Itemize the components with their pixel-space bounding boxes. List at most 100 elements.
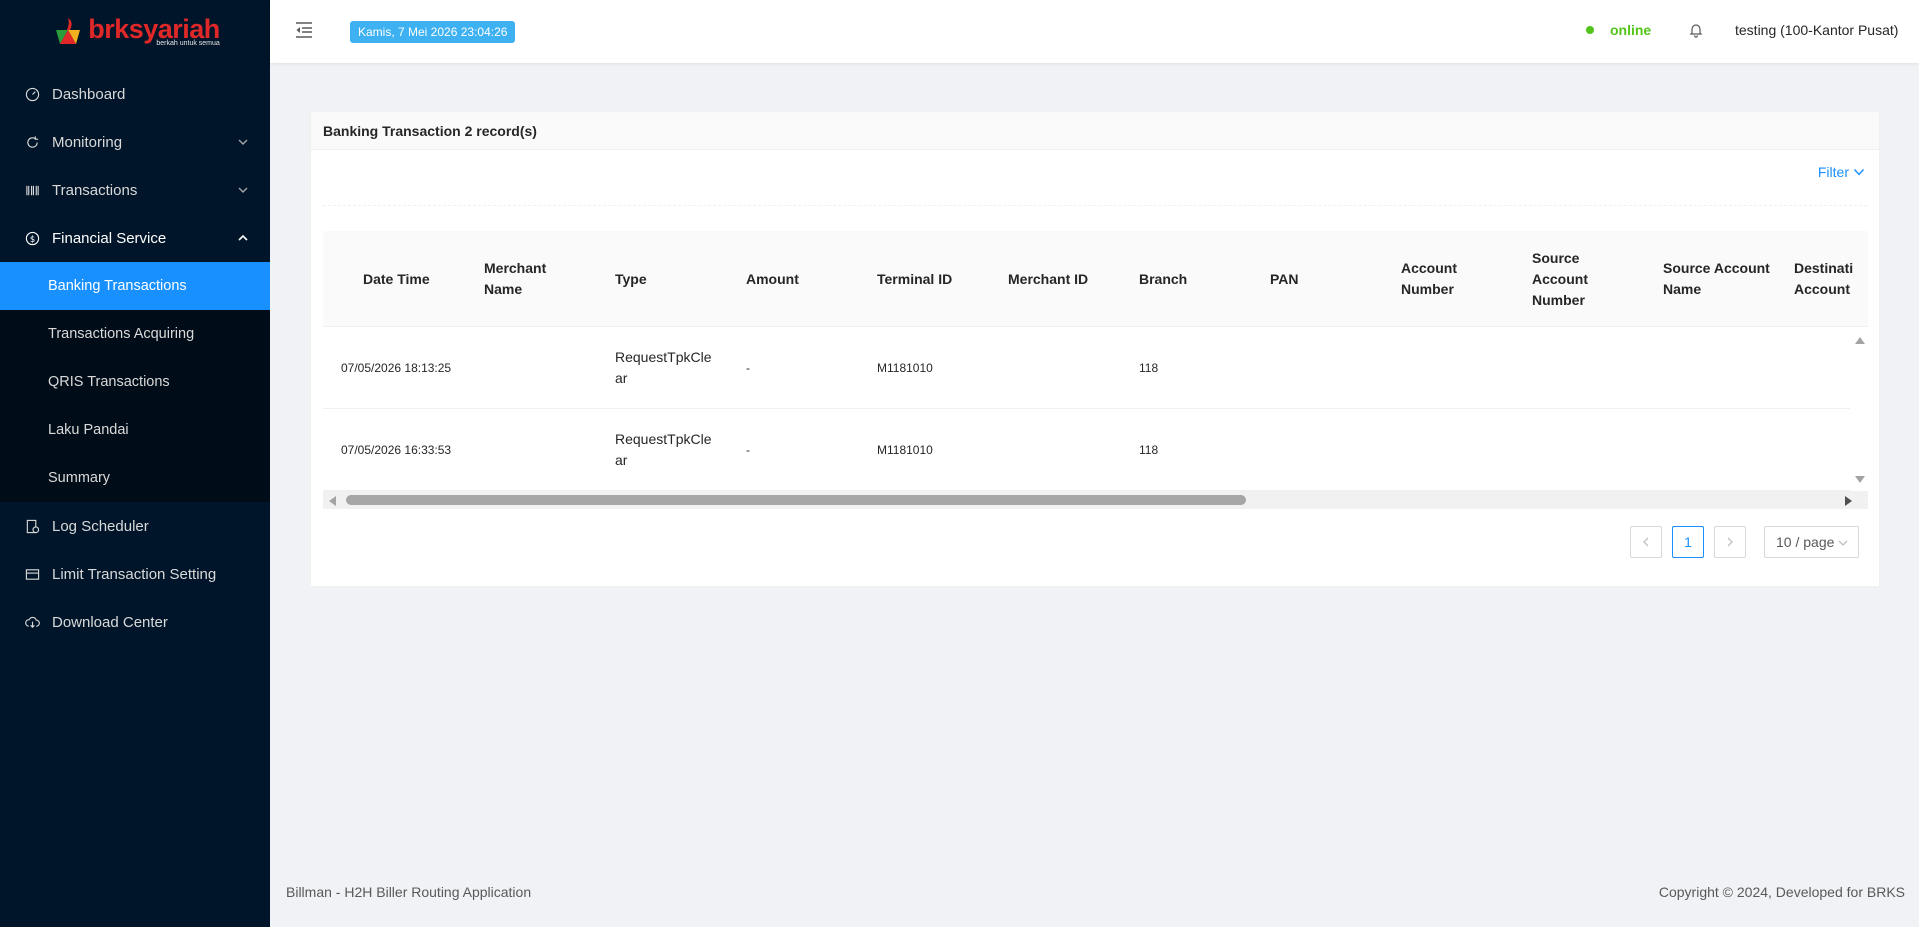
brks-logo-icon (56, 18, 81, 44)
cell-merchant-id (1008, 409, 1108, 491)
sidebar-item-financial-service[interactable]: $ Financial Service (0, 214, 270, 262)
sidebar-item-label: Limit Transaction Setting (52, 565, 217, 583)
cell-account-number (1401, 327, 1501, 409)
sidebar-item-transactions-acquiring[interactable]: Transactions Acquiring (0, 310, 270, 358)
financial-service-submenu: Banking Transactions Transactions Acquir… (0, 262, 270, 502)
cell-type: RequestTpkClear (615, 349, 712, 386)
page-footer: Billman - H2H Biller Routing Application… (286, 884, 1905, 900)
sidebar-item-label: Financial Service (52, 229, 167, 247)
sidebar-item-log-scheduler[interactable]: Log Scheduler (0, 502, 270, 550)
sidebar-item-qris-transactions[interactable]: QRIS Transactions (0, 358, 270, 406)
sidebar-item-limit-transaction-setting[interactable]: Limit Transaction Setting (0, 550, 270, 598)
status-text: online (1610, 22, 1652, 38)
filter-label: Filter (1817, 164, 1849, 180)
svg-text:$: $ (29, 233, 34, 243)
cell-terminal-id: M1181010 (877, 442, 933, 457)
dashboard-icon (24, 86, 40, 102)
table-body: 07/05/2026 18:13:25 RequestTpkClear - M1… (323, 327, 1868, 491)
transactions-table: Date Time Merchant Name Type Amount Term… (323, 231, 1868, 509)
cell-pan (1270, 327, 1370, 409)
sidebar: brksyariah berkah untuk semua Dashboard … (0, 0, 270, 927)
sidebar-item-monitoring[interactable]: Monitoring (0, 118, 270, 166)
sidebar-item-label: Transactions (52, 181, 138, 199)
sidebar-item-laku-pandai[interactable]: Laku Pandai (0, 406, 270, 454)
scroll-right-arrow-icon[interactable] (1844, 495, 1854, 507)
table-row[interactable]: 07/05/2026 18:13:25 RequestTpkClear - M1… (323, 327, 1850, 409)
sidebar-item-label: Summary (48, 470, 111, 486)
cell-account-number (1401, 409, 1501, 491)
scroll-down-arrow-icon[interactable] (1854, 475, 1866, 485)
cell-destination-account (1794, 409, 1844, 491)
sidebar-menu: Dashboard Monitoring Transactions $ Fina… (0, 70, 270, 646)
sidebar-item-label: Monitoring (52, 133, 123, 151)
barcode-icon (24, 182, 40, 198)
logo-text: brksyariah (88, 13, 220, 44)
sidebar-item-label: Dashboard (52, 85, 126, 103)
credit-card-icon (24, 566, 40, 582)
sidebar-item-dashboard[interactable]: Dashboard (0, 70, 270, 118)
cell-branch: 118 (1139, 442, 1159, 457)
chevron-down-icon (238, 139, 248, 145)
column-header[interactable]: Merchant ID (1008, 231, 1118, 327)
cell-datetime: 07/05/2026 16:33:53 (341, 442, 452, 457)
table-row[interactable]: 07/05/2026 16:33:53 RequestTpkClear - M1… (323, 409, 1850, 491)
pagination: 1 10 / page (1630, 526, 1859, 558)
cell-branch: 118 (1139, 360, 1159, 375)
filter-divider (323, 205, 1867, 206)
menu-fold-icon[interactable] (294, 20, 314, 40)
scroll-left-arrow-icon[interactable] (327, 495, 337, 507)
sidebar-item-banking-transactions[interactable]: Banking Transactions (0, 262, 270, 310)
datetime-badge: Kamis, 7 Mei 2026 23:04:26 (350, 21, 516, 43)
vertical-scrollbar[interactable] (1850, 327, 1868, 491)
cell-source-account-name (1663, 409, 1763, 491)
sidebar-item-summary[interactable]: Summary (0, 454, 270, 502)
sidebar-item-label: Log Scheduler (52, 517, 149, 535)
table-header: Date Time Merchant Name Type Amount Term… (323, 231, 1868, 327)
next-page-button[interactable] (1714, 526, 1746, 558)
column-header[interactable]: Account Number (1401, 231, 1481, 327)
column-header[interactable]: Merchant Name (484, 231, 564, 327)
page-size-select[interactable]: 10 / page (1764, 526, 1859, 558)
cell-pan (1270, 409, 1370, 491)
column-header[interactable]: Amount (746, 231, 846, 327)
user-menu[interactable]: testing (100-Kantor Pusat) (1735, 22, 1898, 38)
column-header[interactable]: Branch (1139, 231, 1239, 327)
page-size-value: 10 / page (1776, 534, 1835, 550)
chevron-down-icon (1838, 540, 1848, 546)
cell-merchant-id (1008, 327, 1108, 409)
page-button-1[interactable]: 1 (1672, 526, 1704, 558)
online-status: online (1586, 22, 1651, 38)
bell-icon[interactable] (1688, 22, 1704, 38)
column-header[interactable]: PAN (1270, 231, 1370, 327)
prev-page-button[interactable] (1630, 526, 1662, 558)
chevron-left-icon (1643, 537, 1649, 547)
column-header[interactable]: Date Time (363, 231, 473, 327)
cell-merchant-name (484, 327, 584, 409)
column-header[interactable]: Source Account Number (1532, 231, 1602, 327)
column-header[interactable]: Source Account Name (1663, 231, 1778, 327)
status-dot-icon (1586, 26, 1594, 34)
chevron-down-icon (238, 187, 248, 193)
sidebar-item-label: Download Center (52, 613, 168, 631)
brand-logo[interactable]: brksyariah berkah untuk semua (0, 0, 270, 62)
cell-type: RequestTpkClear (615, 431, 712, 468)
scrollbar-thumb[interactable] (346, 495, 1246, 505)
cloud-download-icon (24, 614, 40, 630)
dollar-circle-icon: $ (24, 230, 40, 246)
sync-icon (24, 134, 40, 150)
sidebar-item-transactions[interactable]: Transactions (0, 166, 270, 214)
sidebar-item-label: QRIS Transactions (48, 374, 170, 390)
cell-amount: - (746, 360, 750, 375)
card-title: Banking Transaction 2 record(s) (311, 112, 1879, 150)
filter-toggle[interactable]: Filter (1818, 164, 1865, 180)
horizontal-scrollbar[interactable] (323, 491, 1868, 509)
column-header[interactable]: Destinati Account (1794, 231, 1854, 327)
column-header[interactable]: Type (615, 231, 715, 327)
sidebar-item-label: Laku Pandai (48, 422, 129, 438)
scroll-up-arrow-icon[interactable] (1854, 335, 1866, 345)
sidebar-item-download-center[interactable]: Download Center (0, 598, 270, 646)
column-header[interactable]: Terminal ID (877, 231, 987, 327)
chevron-right-icon (1727, 537, 1733, 547)
file-clock-icon (24, 518, 40, 534)
banking-transactions-card: Banking Transaction 2 record(s) Filter D… (310, 111, 1880, 587)
